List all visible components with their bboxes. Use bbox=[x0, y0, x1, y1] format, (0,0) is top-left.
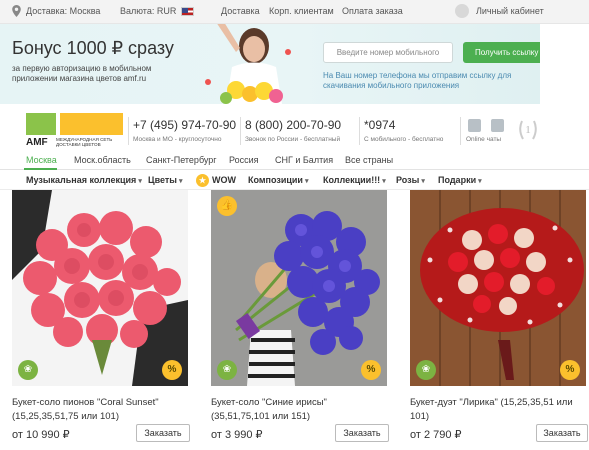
phone-short[interactable]: *0974 bbox=[364, 118, 395, 132]
phone-moscow[interactable]: +7 (495) 974-70-90 bbox=[133, 118, 236, 132]
phone-moscow-note: Москва и МО - круглосуточно bbox=[133, 136, 222, 143]
active-tab-underline bbox=[24, 168, 57, 170]
chevron-down-icon: ▾ bbox=[382, 178, 386, 185]
discount-percent-icon: % bbox=[162, 360, 182, 380]
payment-link[interactable]: Оплата заказа bbox=[342, 6, 403, 16]
chevron-down-icon: ▾ bbox=[478, 178, 482, 185]
us-flag-icon[interactable] bbox=[181, 7, 194, 16]
telegram-icon[interactable] bbox=[468, 119, 481, 132]
chevron-down-icon: ▾ bbox=[421, 178, 425, 185]
get-link-button[interactable]: Получить ссылку bbox=[463, 42, 540, 63]
banner-subtitle: за первую авторизацию в мобильном прилож… bbox=[12, 64, 152, 83]
product-image[interactable]: 👍 ❀ % bbox=[211, 190, 387, 386]
thumbs-up-icon: 👍 bbox=[217, 196, 237, 216]
award-laurel-icon: 1 bbox=[519, 120, 537, 140]
delivery-link[interactable]: Доставка bbox=[221, 6, 260, 16]
city-tabs: Москва Моск.область Санкт-Петербург Росс… bbox=[0, 152, 589, 170]
product-title[interactable]: Букет-дуэт "Лирика" (15,25,35,51 или 101… bbox=[410, 396, 586, 424]
menu-collections[interactable]: Коллекции!!! ▾ bbox=[323, 175, 386, 185]
product-title[interactable]: Букет-соло пионов "Coral Sunset" (15,25,… bbox=[12, 396, 188, 424]
tab-all-countries[interactable]: Все страны bbox=[345, 155, 393, 165]
banner-title: Бонус 1000 ₽ сразу bbox=[12, 38, 174, 58]
peony-bouquet-image bbox=[12, 190, 188, 386]
chevron-down-icon: ▾ bbox=[178, 178, 183, 185]
app-promo-banner: Бонус 1000 ₽ сразу за первую авторизацию… bbox=[0, 24, 540, 104]
personal-cabinet-link[interactable]: Личный кабинет bbox=[476, 6, 544, 16]
category-nav: Музыкальная коллекция ▾ Цветы ▾ ★ WOW Комп… bbox=[0, 171, 589, 190]
phone-russia-note: Звонок по России - бесплатный bbox=[245, 136, 341, 143]
leaf-icon: ❀ bbox=[217, 360, 237, 380]
location-pin-icon bbox=[12, 5, 21, 17]
product-image[interactable]: ❀ % bbox=[12, 190, 188, 386]
tab-russia[interactable]: Россия bbox=[229, 155, 259, 165]
discount-percent-icon: % bbox=[361, 360, 381, 380]
logo-text: AMF bbox=[26, 137, 48, 148]
menu-wow[interactable]: WOW bbox=[212, 175, 236, 185]
product-price: от 10 990 ₽ bbox=[12, 429, 70, 441]
product-card[interactable]: 👍 ❀ % Букет-соло "Синие ирисы" (35,51,75… bbox=[211, 190, 389, 450]
banner-woman-with-flowers-image bbox=[205, 24, 291, 104]
header-divider bbox=[240, 117, 241, 145]
header-divider bbox=[460, 117, 461, 145]
menu-gifts[interactable]: Подарки ▾ bbox=[438, 175, 482, 185]
order-button[interactable]: Заказать bbox=[536, 424, 588, 442]
header-divider bbox=[128, 117, 129, 145]
delivery-city-selector[interactable]: Доставка: Москва bbox=[26, 6, 100, 16]
svg-text:1: 1 bbox=[525, 124, 531, 136]
banner-note: На Ваш номер телефона мы отправим ссылку… bbox=[323, 71, 512, 90]
iris-bouquet-image bbox=[211, 190, 387, 386]
chat-icon[interactable] bbox=[491, 119, 504, 132]
chevron-down-icon: ▾ bbox=[304, 178, 309, 185]
corporate-clients-link[interactable]: Корп. клиентам bbox=[269, 6, 334, 16]
product-price: от 3 990 ₽ bbox=[211, 429, 263, 441]
menu-flowers[interactable]: Цветы ▾ bbox=[148, 175, 182, 185]
product-price: от 2 790 ₽ bbox=[410, 429, 462, 441]
chevron-down-icon: ▾ bbox=[138, 178, 142, 185]
product-image[interactable]: ❀ % bbox=[410, 190, 586, 386]
menu-roses[interactable]: Розы ▾ bbox=[396, 175, 425, 185]
phone-short-note: С мобильного - бесплатно bbox=[364, 136, 444, 143]
user-icon[interactable] bbox=[455, 4, 469, 18]
phone-russia[interactable]: 8 (800) 200-70-90 bbox=[245, 118, 341, 132]
product-title[interactable]: Букет-соло "Синие ирисы" (35,51,75,101 и… bbox=[211, 396, 387, 424]
product-card[interactable]: ❀ % Букет-дуэт "Лирика" (15,25,35,51 или… bbox=[410, 190, 588, 450]
discount-percent-icon: % bbox=[560, 360, 580, 380]
header-divider bbox=[359, 117, 360, 145]
logo-yellow-rect bbox=[60, 113, 123, 135]
menu-music-collection[interactable]: Музыкальная коллекция ▾ bbox=[26, 175, 142, 185]
product-card[interactable]: ❀ % Букет-соло пионов "Coral Sunset" (15… bbox=[12, 190, 190, 450]
tab-saint-petersburg[interactable]: Санкт-Петербург bbox=[146, 155, 217, 165]
logo-tagline: МЕЖДУНАРОДНАЯ СЕТЬ ДОСТАВКИ ЦВЕТОВ bbox=[56, 137, 113, 147]
logo-green-square bbox=[26, 113, 56, 135]
tab-moscow[interactable]: Москва bbox=[26, 155, 57, 165]
tab-cis-baltics[interactable]: СНГ и Балтия bbox=[275, 155, 333, 165]
star-icon: ★ bbox=[196, 174, 209, 187]
order-button[interactable]: Заказать bbox=[335, 424, 389, 442]
rose-bouquet-image bbox=[410, 190, 586, 386]
online-chats-label[interactable]: Online чаты bbox=[466, 136, 501, 143]
currency-selector[interactable]: Валюта: RUR bbox=[120, 6, 176, 16]
mobile-number-input[interactable]: Введите номер мобильного bbox=[323, 42, 453, 63]
top-bar: Доставка: Москва Валюта: RUR Доставка Ко… bbox=[0, 0, 589, 24]
leaf-icon: ❀ bbox=[416, 360, 436, 380]
amf-logo[interactable]: AMF МЕЖДУНАРОДНАЯ СЕТЬ ДОСТАВКИ ЦВЕТОВ bbox=[26, 113, 123, 148]
menu-compositions[interactable]: Композиции ▾ bbox=[248, 175, 308, 185]
leaf-icon: ❀ bbox=[18, 360, 38, 380]
tab-moscow-region[interactable]: Моск.область bbox=[74, 155, 131, 165]
order-button[interactable]: Заказать bbox=[136, 424, 190, 442]
